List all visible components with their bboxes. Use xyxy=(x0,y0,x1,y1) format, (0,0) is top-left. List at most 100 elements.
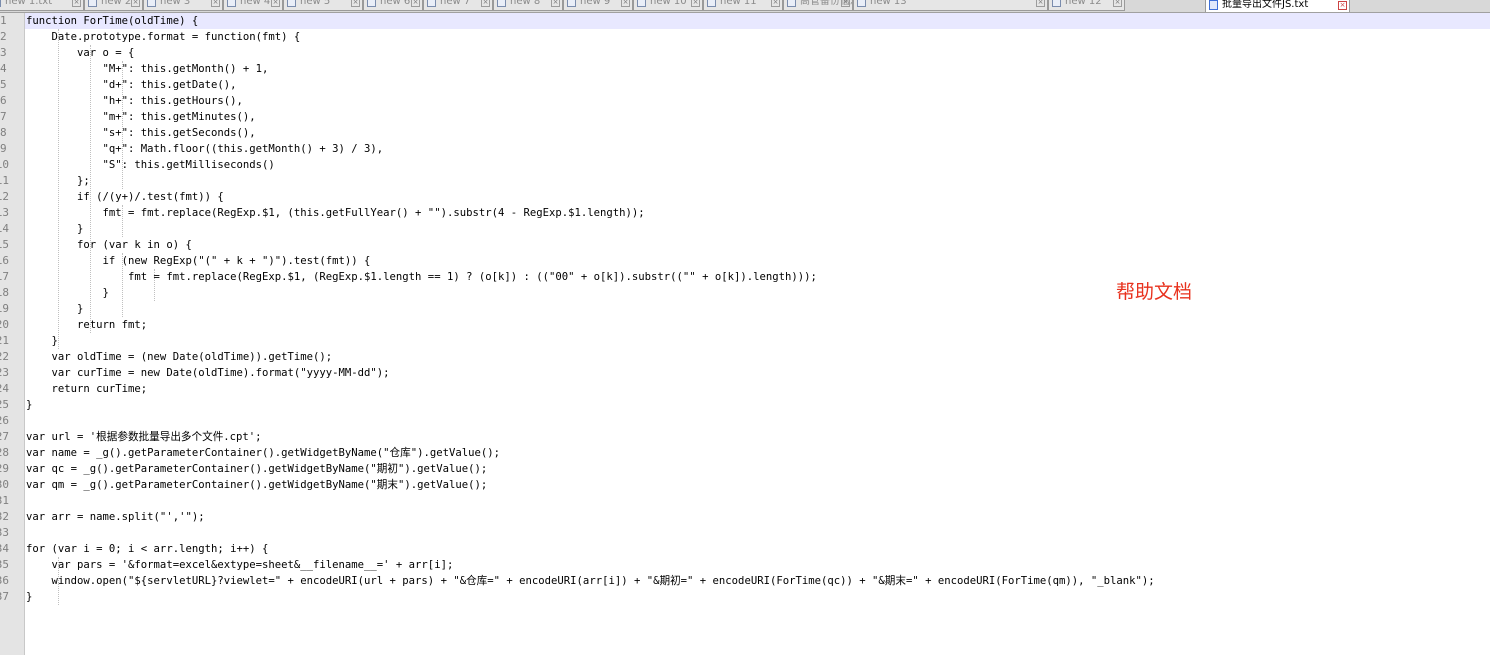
code-line: } xyxy=(26,591,33,603)
line-number-gutter: 1234567891011121314151617181920212223242… xyxy=(0,13,25,655)
tab-12[interactable]: 高管备份信息批处理代码.txt× xyxy=(783,0,853,11)
notepad-plus-plus-window: new 1.txt × new 2 × new 3 × new 4 × new 5 × new 6 ×… xyxy=(0,0,1490,655)
tab-label: new 12 xyxy=(1065,0,1102,7)
close-icon[interactable]: × xyxy=(841,0,850,7)
code-line: for (var i = 0; i < arr.length; i++) { xyxy=(26,543,269,555)
indent-guide xyxy=(122,253,123,317)
code-line: if (new RegExp("(" + k + ")").test(fmt))… xyxy=(26,255,371,267)
file-icon xyxy=(497,0,506,7)
close-icon[interactable]: × xyxy=(1338,1,1347,10)
code-line: } xyxy=(26,399,33,411)
line-number: 14 xyxy=(0,222,9,235)
close-icon[interactable]: × xyxy=(271,0,280,7)
close-icon[interactable]: × xyxy=(351,0,360,7)
tab-label: new 8 xyxy=(510,0,541,7)
tab-11[interactable]: new 11 × xyxy=(703,0,783,11)
code-line: var name = _g().getParameterContainer().… xyxy=(26,447,501,459)
tab-15[interactable]: 批量导出文件JS.txt × xyxy=(1205,0,1350,12)
line-number: 16 xyxy=(0,254,9,267)
line-number: 28 xyxy=(0,446,9,459)
line-number: 31 xyxy=(0,494,9,507)
line-number: 2 xyxy=(0,30,7,43)
tab-14[interactable]: new 12 × xyxy=(1048,0,1125,11)
line-number: 29 xyxy=(0,462,9,475)
file-icon xyxy=(707,0,716,7)
line-number: 30 xyxy=(0,478,9,491)
close-icon[interactable]: × xyxy=(1113,0,1122,7)
file-icon xyxy=(147,0,156,7)
tab-8[interactable]: new 8 × xyxy=(493,0,563,11)
close-icon[interactable]: × xyxy=(1036,0,1045,7)
tab-label: new 2 xyxy=(101,0,132,7)
tab-6[interactable]: new 6 × xyxy=(363,0,423,11)
close-icon[interactable]: × xyxy=(72,0,81,7)
line-number: 3 xyxy=(0,46,7,59)
code-line: } xyxy=(26,303,84,315)
indent-guide xyxy=(58,557,59,605)
tab-label: new 7 xyxy=(440,0,471,7)
line-number: 37 xyxy=(0,590,9,603)
code-line: } xyxy=(26,223,84,235)
line-number: 18 xyxy=(0,286,9,299)
close-icon[interactable]: × xyxy=(131,0,140,7)
line-number: 27 xyxy=(0,430,9,443)
tab-13[interactable]: new 13 × xyxy=(853,0,1048,11)
tab-3[interactable]: new 3 × xyxy=(143,0,223,11)
tab-label: new 6 xyxy=(380,0,411,7)
tab-5[interactable]: new 5 × xyxy=(283,0,363,11)
line-number: 34 xyxy=(0,542,9,555)
file-icon xyxy=(88,0,97,7)
code-line: "s+": this.getSeconds(), xyxy=(26,127,256,139)
file-icon xyxy=(367,0,376,7)
close-icon[interactable]: × xyxy=(481,0,490,7)
close-icon[interactable]: × xyxy=(211,0,220,7)
line-number: 9 xyxy=(0,142,7,155)
file-icon xyxy=(567,0,576,7)
indent-guide xyxy=(58,29,59,349)
file-icon xyxy=(427,0,436,7)
tab-7[interactable]: new 7 × xyxy=(423,0,493,11)
tab-2[interactable]: new 2 × xyxy=(84,0,143,11)
code-line: return fmt; xyxy=(26,319,148,331)
line-number: 13 xyxy=(0,206,9,219)
close-icon[interactable]: × xyxy=(621,0,630,7)
code-line: "m+": this.getMinutes(), xyxy=(26,111,256,123)
tab-1[interactable]: new 1.txt × xyxy=(0,0,84,11)
help-doc-annotation: 帮助文档 xyxy=(1116,281,1193,303)
line-number: 20 xyxy=(0,318,9,331)
code-line: window.open("${servletURL}?viewlet=" + e… xyxy=(26,575,1155,587)
tab-10[interactable]: new 10 × xyxy=(633,0,703,11)
line-number: 24 xyxy=(0,382,9,395)
close-icon[interactable]: × xyxy=(411,0,420,7)
tab-4[interactable]: new 4 × xyxy=(223,0,283,11)
line-number: 21 xyxy=(0,334,9,347)
code-line: if (/(y+)/.test(fmt)) { xyxy=(26,191,224,203)
line-number: 23 xyxy=(0,366,9,379)
close-icon[interactable]: × xyxy=(691,0,700,7)
close-icon[interactable]: × xyxy=(551,0,560,7)
code-line: return curTime; xyxy=(26,383,148,395)
line-number: 19 xyxy=(0,302,9,315)
file-icon xyxy=(227,0,236,7)
line-number: 26 xyxy=(0,414,9,427)
file-icon xyxy=(0,0,1,7)
tab-bar: new 1.txt × new 2 × new 3 × new 4 × new 5 × new 6 ×… xyxy=(0,0,1490,13)
code-line: var oldTime = (new Date(oldTime)).getTim… xyxy=(26,351,333,363)
code-line: var o = { xyxy=(26,47,135,59)
line-number: 8 xyxy=(0,126,7,139)
code-line: var curTime = new Date(oldTime).format("… xyxy=(26,367,390,379)
line-number: 10 xyxy=(0,158,9,171)
tab-label: new 1.txt xyxy=(5,0,53,7)
line-number: 17 xyxy=(0,270,9,283)
tab-label: new 13 xyxy=(870,0,907,7)
line-number: 25 xyxy=(0,398,9,411)
tab-label: new 5 xyxy=(300,0,331,7)
close-icon[interactable]: × xyxy=(771,0,780,7)
code-line: "S": this.getMilliseconds() xyxy=(26,159,275,171)
tab-9[interactable]: new 9 × xyxy=(563,0,633,11)
code-line: var qm = _g().getParameterContainer().ge… xyxy=(26,479,488,491)
code-line: var arr = name.split("','"); xyxy=(26,511,205,523)
line-number: 5 xyxy=(0,78,7,91)
code-editor[interactable]: function ForTime(oldTime) { Date.prototy… xyxy=(25,13,1490,655)
tab-label: 批量导出文件JS.txt xyxy=(1222,0,1309,10)
